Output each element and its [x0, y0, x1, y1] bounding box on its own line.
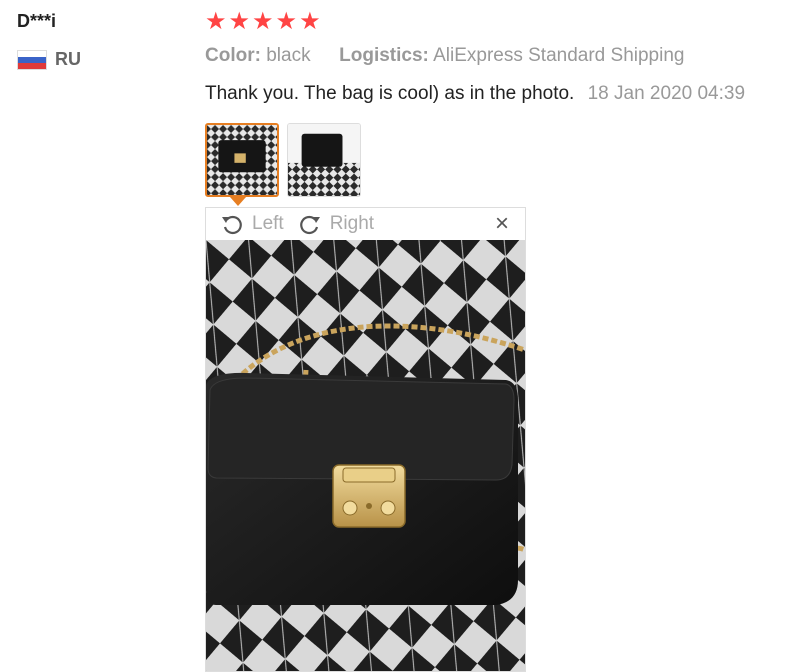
rotate-right-label: Right: [329, 213, 375, 234]
rotate-left-button[interactable]: Left: [220, 212, 284, 236]
color-value: black: [266, 45, 311, 66]
order-meta: Color: black Logistics: AliExpress Stand…: [205, 45, 684, 67]
star-icon: ★: [228, 8, 251, 35]
russia-flag-icon: [17, 49, 47, 70]
logistics-label: Logistics:: [339, 45, 429, 66]
selected-thumbnail-indicator: [230, 197, 246, 206]
review-photo-thumbnail-2[interactable]: [287, 123, 361, 197]
rotate-left-label: Left: [252, 213, 284, 234]
star-icon: ★: [275, 8, 298, 35]
photo-viewer: Left Right ×: [205, 207, 526, 672]
color-label: Color:: [205, 45, 261, 66]
review-photo-large: [206, 240, 525, 671]
star-icon: ★: [299, 8, 321, 35]
photo-thumbnail-image: [288, 124, 360, 196]
rotate-right-button[interactable]: Right: [298, 212, 374, 236]
star-rating: ★ ★ ★ ★ ★: [205, 8, 321, 36]
rotate-right-icon: [299, 215, 320, 235]
country-code: RU: [55, 49, 81, 69]
review-date: 18 Jan 2020 04:39: [587, 83, 746, 104]
review-text-row: Thank you. The bag is cool) as in the ph…: [205, 83, 745, 105]
user-country: RU: [17, 49, 81, 70]
review-photo-thumbnail-1[interactable]: [205, 123, 279, 197]
star-icon: ★: [252, 8, 274, 35]
rotate-left-icon: [222, 215, 242, 235]
viewer-toolbar: Left Right ×: [206, 208, 525, 240]
review-text: Thank you. The bag is cool) as in the ph…: [205, 83, 575, 104]
star-icon: ★: [205, 8, 227, 35]
logistics-value: AliExpress Standard Shipping: [433, 45, 685, 66]
close-icon[interactable]: ×: [495, 211, 509, 237]
bag-photo-image: [206, 240, 525, 671]
photo-thumbnail-image: [207, 125, 277, 195]
user-name: D***i: [17, 11, 57, 31]
